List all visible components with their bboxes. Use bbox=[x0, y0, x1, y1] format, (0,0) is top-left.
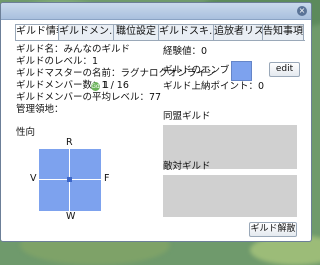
tendency-label-bottom: W bbox=[66, 211, 76, 222]
hostile-title: 敵対ギルド bbox=[163, 161, 211, 172]
territory: 管理領地： bbox=[16, 104, 64, 115]
window-titlebar[interactable]: × bbox=[1, 3, 311, 20]
member-status-icon: Gd bbox=[91, 82, 100, 91]
dissolve-guild-button[interactable]: ギルド解散 bbox=[249, 222, 297, 237]
tendency-label-left: V bbox=[30, 173, 37, 184]
guild-emblem bbox=[231, 61, 252, 81]
emblem-edit-button[interactable]: edit bbox=[269, 62, 300, 77]
member-online-count: 1 bbox=[103, 80, 110, 91]
tab-notices[interactable]: 告知事項 bbox=[262, 24, 304, 40]
tab-bar: ギルド情報 ギルドメン… 職位設定 ギルドスキ… 追放者リス… 告知事項 bbox=[15, 24, 304, 40]
member-avg-level: ギルドメンバーの平均レベル：77 bbox=[16, 92, 162, 103]
tendency-marker bbox=[67, 177, 72, 182]
tax-points: ギルド上納ポイント：0 bbox=[163, 81, 265, 92]
tab-expelled-list[interactable]: 追放者リス… bbox=[213, 24, 263, 40]
tab-guild-info[interactable]: ギルド情報 bbox=[15, 24, 59, 40]
tendency-label-right: F bbox=[104, 173, 110, 184]
member-count: ギルドメンバー数：1 / 16 bbox=[16, 80, 129, 91]
tendency-title: 性向 bbox=[16, 127, 36, 138]
tab-position-settings[interactable]: 職位設定 bbox=[113, 24, 159, 40]
tendency-label-top: R bbox=[66, 137, 73, 148]
tendency-grid bbox=[39, 149, 101, 211]
guild-window: × ギルド情報 ギルドメン… 職位設定 ギルドスキ… 追放者リス… 告知事項 ギ… bbox=[0, 2, 312, 242]
guild-level: ギルドのレベル：1 bbox=[16, 56, 99, 67]
experience: 経験値：0 bbox=[163, 46, 208, 57]
hostile-list[interactable] bbox=[163, 175, 297, 217]
tab-guild-skills[interactable]: ギルドスキ… bbox=[158, 24, 214, 40]
close-icon[interactable]: × bbox=[297, 6, 307, 16]
alliance-title: 同盟ギルド bbox=[163, 111, 211, 122]
tab-guild-members[interactable]: ギルドメン… bbox=[58, 24, 114, 40]
guild-name: ギルド名：みんなのギルド bbox=[16, 44, 131, 55]
tab-divider bbox=[15, 40, 305, 41]
